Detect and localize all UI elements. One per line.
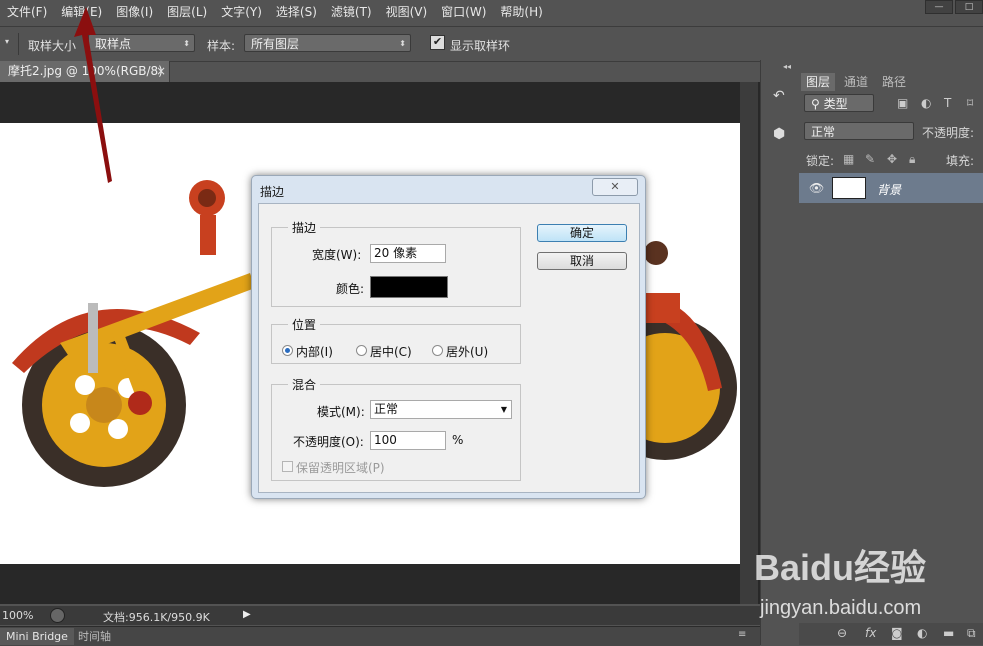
window-controls: — □ bbox=[923, 0, 983, 14]
show-ring-label: 显示取样环 bbox=[450, 39, 511, 53]
close-icon[interactable]: ✕ bbox=[592, 178, 638, 196]
width-label: 宽度(W): bbox=[312, 248, 362, 262]
minimize-icon[interactable]: — bbox=[925, 0, 953, 14]
vertical-scrollbar[interactable] bbox=[740, 82, 758, 604]
layer-name[interactable]: 背景 bbox=[877, 181, 901, 198]
tab-paths[interactable]: 路径 bbox=[877, 73, 911, 91]
show-ring-checkbox[interactable]: ✔ bbox=[430, 35, 445, 50]
collapse-icon[interactable]: ◂◂ bbox=[783, 62, 791, 71]
lock-label: 锁定: bbox=[806, 154, 835, 168]
menu-select[interactable]: 选择(S) bbox=[269, 0, 324, 24]
dialog-body: 描边 宽度(W): 20 像素 颜色: 位置 内部(I) 居中(C) 居外(U)… bbox=[258, 203, 640, 493]
options-bar: ▾ 取样大小 取样点 ⬍ 样本: 所有图层 ⬍ ✔ 显示取样环 bbox=[0, 26, 983, 62]
zoom-level[interactable]: 100% bbox=[2, 609, 33, 622]
cancel-button[interactable]: 取消 bbox=[537, 252, 627, 270]
watermark-url: jingyan.baidu.com bbox=[760, 597, 922, 619]
dialog-title: 描边 bbox=[260, 185, 285, 199]
position-inside-radio[interactable] bbox=[282, 345, 293, 356]
status-info-icon[interactable] bbox=[50, 608, 65, 623]
color-label: 颜色: bbox=[336, 282, 365, 296]
history-icon[interactable]: ↶ bbox=[773, 88, 785, 104]
layer-thumbnail bbox=[832, 177, 866, 199]
type-filter-icon[interactable]: T bbox=[944, 96, 951, 110]
position-inside-label: 内部(I) bbox=[296, 345, 333, 359]
menu-bar: 文件(F) 编辑(E) 图像(I) 图层(L) 文字(Y) 选择(S) 滤镜(T… bbox=[0, 0, 983, 24]
opacity-unit: % bbox=[452, 433, 464, 447]
blend-mode-value: 正常 bbox=[811, 125, 836, 139]
blend-mode-select[interactable]: 正常 bbox=[804, 122, 914, 140]
bottom-tabs: Mini Bridge 时间轴 ≡ bbox=[0, 626, 760, 646]
watermark-brand: Baidu经验 bbox=[754, 547, 927, 588]
blend-group-label: 混合 bbox=[288, 376, 321, 393]
layer-filter-select[interactable]: ⚲ 类型 bbox=[804, 94, 874, 112]
mode-select[interactable]: 正常 ▼ bbox=[370, 400, 512, 419]
sample-select[interactable]: 所有图层 ⬍ bbox=[244, 34, 411, 52]
layer-row[interactable]: 👁︎ 背景 bbox=[799, 173, 983, 203]
lock-brush-icon[interactable]: ✎ bbox=[865, 152, 875, 166]
baidu-watermark: Baidu经验 jingyan.baidu.com bbox=[752, 535, 982, 635]
menu-filter[interactable]: 滤镜(T) bbox=[324, 0, 379, 24]
updown-arrows-icon: ⬍ bbox=[399, 39, 406, 48]
annotation-arrow bbox=[74, 7, 112, 183]
stroke-group-label: 描边 bbox=[288, 219, 321, 236]
close-icon[interactable]: × bbox=[156, 61, 166, 82]
tab-timeline[interactable]: 时间轴 bbox=[72, 628, 117, 645]
tab-layers[interactable]: 图层 bbox=[801, 73, 836, 91]
panel-menu-icon[interactable]: ≡ bbox=[738, 629, 746, 640]
position-group: 位置 内部(I) 居中(C) 居外(U) bbox=[271, 316, 521, 364]
ok-button[interactable]: 确定 bbox=[537, 224, 627, 242]
menu-help[interactable]: 帮助(H) bbox=[493, 0, 549, 24]
width-input[interactable]: 20 像素 bbox=[370, 244, 446, 263]
lock-all-icon[interactable]: 🔒︎ bbox=[909, 152, 915, 167]
menu-window[interactable]: 窗口(W) bbox=[434, 0, 493, 24]
lock-move-icon[interactable]: ✥ bbox=[887, 152, 897, 166]
opacity-label: 不透明度(O): bbox=[293, 435, 364, 449]
opacity-input[interactable]: 100 bbox=[370, 431, 446, 450]
mode-value: 正常 bbox=[374, 402, 399, 416]
shape-filter-icon[interactable]: ⌑ bbox=[967, 96, 973, 110]
position-center-radio[interactable] bbox=[356, 345, 367, 356]
updown-arrows-icon: ⬍ bbox=[183, 39, 190, 48]
play-icon[interactable]: ▶ bbox=[243, 609, 251, 620]
tool-preset-dropdown-icon[interactable]: ▾ bbox=[5, 37, 9, 46]
color-swatch[interactable] bbox=[370, 276, 448, 298]
position-outside-radio[interactable] bbox=[432, 345, 443, 356]
divider bbox=[18, 33, 19, 55]
maximize-icon[interactable]: □ bbox=[955, 0, 983, 14]
menu-view[interactable]: 视图(V) bbox=[379, 0, 435, 24]
3d-cube-icon[interactable]: ⬢ bbox=[773, 126, 785, 142]
lock-pixels-icon[interactable]: ▦ bbox=[843, 152, 854, 166]
position-center-label: 居中(C) bbox=[370, 345, 412, 359]
blend-group: 混合 模式(M): 正常 ▼ 不透明度(O): 100 % 保留透明区域(P) bbox=[271, 376, 521, 481]
chevron-down-icon: ▼ bbox=[500, 405, 507, 414]
stroke-dialog: 描边 ✕ 描边 宽度(W): 20 像素 颜色: 位置 内部(I) 居中(C) … bbox=[251, 175, 646, 499]
pixel-filter-icon[interactable]: ▣ bbox=[897, 96, 908, 110]
layer-filter-value: 类型 bbox=[823, 97, 848, 111]
preserve-transparency-checkbox[interactable] bbox=[282, 461, 293, 472]
tab-mini-bridge[interactable]: Mini Bridge bbox=[0, 628, 74, 645]
position-outside-label: 居外(U) bbox=[446, 345, 489, 359]
menu-type[interactable]: 文字(Y) bbox=[214, 0, 269, 24]
menu-file[interactable]: 文件(F) bbox=[0, 0, 54, 24]
mode-label: 模式(M): bbox=[317, 405, 365, 419]
menu-layer[interactable]: 图层(L) bbox=[160, 0, 214, 24]
search-icon: ⚲ bbox=[811, 97, 820, 111]
adjustment-filter-icon[interactable]: ◐ bbox=[921, 96, 931, 110]
sample-value: 所有图层 bbox=[251, 37, 300, 51]
eye-icon[interactable]: 👁︎ bbox=[809, 181, 824, 195]
status-bar: 100% 文档:956.1K/950.9K ▶ bbox=[0, 606, 760, 625]
stroke-group: 描边 宽度(W): 20 像素 颜色: bbox=[271, 219, 521, 307]
tab-channels[interactable]: 通道 bbox=[839, 73, 873, 91]
position-group-label: 位置 bbox=[288, 316, 321, 333]
preserve-transparency-label: 保留透明区域(P) bbox=[296, 461, 385, 475]
fill-label: 填充: bbox=[946, 154, 975, 168]
sample-label: 样本: bbox=[207, 39, 236, 53]
document-size: 文档:956.1K/950.9K bbox=[103, 611, 210, 624]
opacity-label: 不透明度: bbox=[922, 126, 975, 140]
